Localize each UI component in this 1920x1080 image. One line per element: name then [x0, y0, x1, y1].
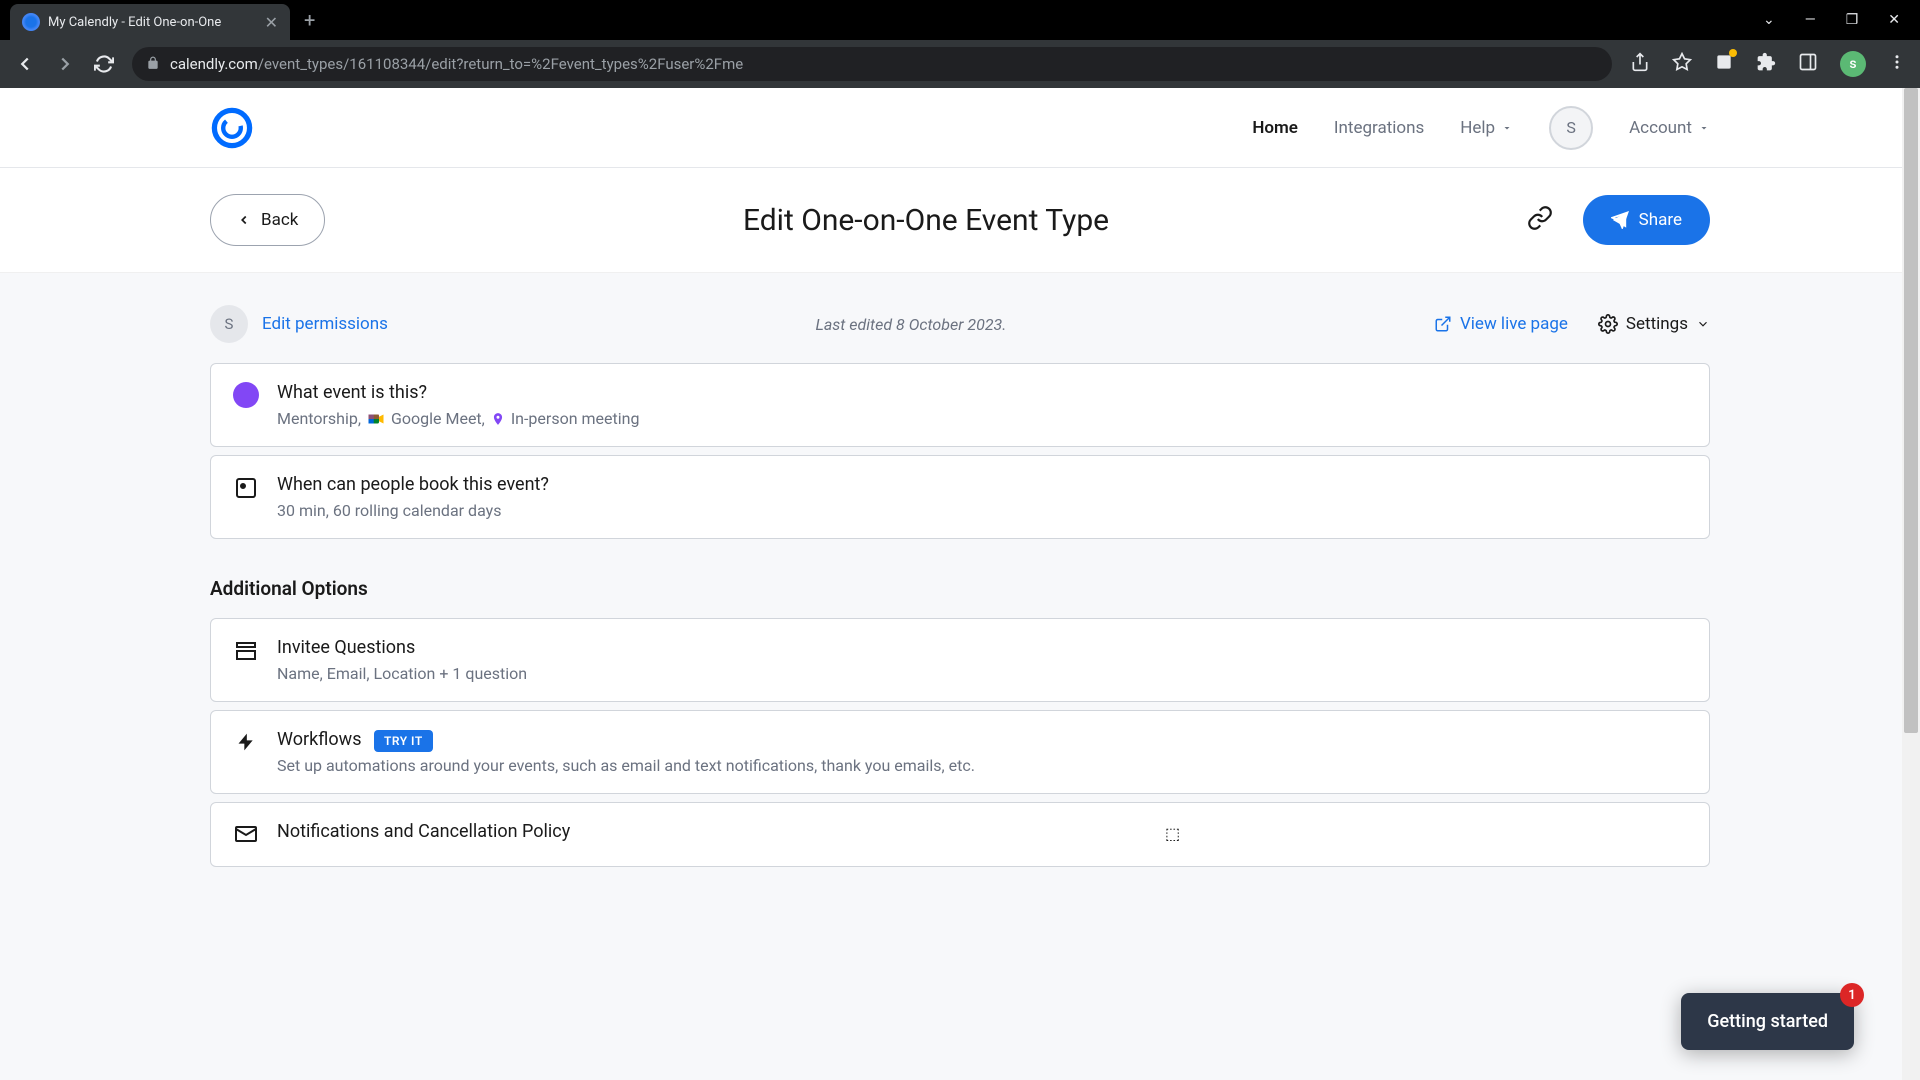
star-icon[interactable]: [1672, 52, 1692, 76]
extension-1-icon[interactable]: [1714, 52, 1734, 76]
scrollbar[interactable]: [1902, 88, 1920, 1080]
nav-account[interactable]: Account: [1629, 118, 1710, 138]
nav-home[interactable]: Home: [1252, 118, 1298, 138]
card-when-book[interactable]: When can people book this event? 30 min,…: [210, 455, 1710, 539]
window-controls: ⌄ — ❐ ✕: [1763, 12, 1920, 28]
chevron-down-icon: [1696, 317, 1710, 331]
calendly-logo[interactable]: [210, 106, 254, 150]
chevron-down-icon: [1501, 122, 1513, 134]
external-link-icon: [1434, 315, 1452, 333]
chevron-left-icon: [237, 213, 251, 227]
page-header: Back Edit One-on-One Event Type Share: [0, 168, 1920, 273]
copy-link-icon[interactable]: [1527, 205, 1553, 235]
event-color-icon: [233, 382, 259, 408]
form-icon: [233, 637, 259, 663]
location-pin-icon: [491, 410, 505, 428]
minimize-icon[interactable]: —: [1805, 12, 1816, 28]
envelope-icon: [233, 821, 259, 847]
card-title: Notifications and Cancellation Policy: [277, 821, 1687, 842]
header-actions: Share: [1527, 195, 1710, 245]
extensions-icon[interactable]: [1756, 52, 1776, 76]
close-tab-icon[interactable]: ✕: [265, 13, 278, 32]
card-workflows[interactable]: Workflows TRY IT Set up automations arou…: [210, 710, 1710, 794]
tab-search-icon[interactable]: ⌄: [1763, 12, 1775, 28]
toolbar-icons: s: [1630, 51, 1906, 77]
user-avatar[interactable]: S: [1549, 106, 1593, 150]
additional-options-heading: Additional Options: [210, 577, 1710, 600]
browser-tab[interactable]: My Calendly - Edit One-on-One ✕: [10, 4, 290, 40]
reload-icon[interactable]: [94, 54, 114, 74]
view-live-link[interactable]: View live page: [1434, 314, 1568, 334]
card-subtitle: Set up automations around your events, s…: [277, 756, 1687, 775]
card-subtitle: Mentorship, Google Meet, In-person meeti…: [277, 409, 1687, 428]
card-notifications[interactable]: Notifications and Cancellation Policy: [210, 802, 1710, 867]
share-page-icon[interactable]: [1630, 52, 1650, 76]
view-live-label: View live page: [1460, 314, 1568, 334]
calendly-favicon: [22, 13, 40, 31]
back-button[interactable]: Back: [210, 194, 325, 246]
try-it-badge: TRY IT: [374, 730, 433, 752]
new-tab-button[interactable]: +: [304, 8, 315, 32]
share-arrow-icon: [1611, 211, 1629, 229]
edit-permissions-link[interactable]: Edit permissions: [262, 314, 388, 334]
card-what-event[interactable]: What event is this? Mentorship, Google M…: [210, 363, 1710, 447]
notification-badge: 1: [1840, 983, 1864, 1007]
card-title: Invitee Questions: [277, 637, 1687, 658]
settings-label: Settings: [1626, 314, 1688, 334]
google-meet-icon: [367, 410, 385, 428]
url-input[interactable]: calendly.com/event_types/161108344/edit?…: [132, 47, 1612, 81]
chevron-down-icon: [1698, 122, 1710, 134]
tab-title: My Calendly - Edit One-on-One: [48, 15, 257, 30]
back-nav-icon[interactable]: [14, 53, 36, 75]
getting-started-widget[interactable]: Getting started 1: [1681, 993, 1854, 1050]
card-title: Workflows TRY IT: [277, 729, 1687, 750]
card-subtitle: Name, Email, Location + 1 question: [277, 664, 1687, 683]
permission-avatar: S: [210, 305, 248, 343]
menu-icon[interactable]: [1888, 53, 1906, 75]
card-title: When can people book this event?: [277, 474, 1687, 495]
nav-integrations[interactable]: Integrations: [1334, 118, 1424, 138]
page-title: Edit One-on-One Event Type: [325, 203, 1526, 238]
content-area: S Edit permissions Last edited 8 October…: [0, 273, 1920, 867]
card-title: What event is this?: [277, 382, 1687, 403]
back-label: Back: [261, 210, 298, 230]
gear-icon: [1598, 314, 1618, 334]
lightning-icon: [233, 729, 259, 755]
url-text: calendly.com/event_types/161108344/edit?…: [170, 55, 743, 73]
last-edited-text: Last edited 8 October 2023.: [388, 315, 1434, 334]
meta-row: S Edit permissions Last edited 8 October…: [210, 305, 1710, 343]
top-navigation: Home Integrations Help S Account: [0, 88, 1920, 168]
profile-avatar[interactable]: s: [1840, 51, 1866, 77]
nav-help[interactable]: Help: [1460, 118, 1513, 138]
card-subtitle: 30 min, 60 rolling calendar days: [277, 501, 1687, 520]
tab-bar: My Calendly - Edit One-on-One ✕ + ⌄ — ❐ …: [0, 0, 1920, 40]
sidepanel-icon[interactable]: [1798, 52, 1818, 76]
scrollbar-thumb[interactable]: [1904, 88, 1918, 733]
calendar-icon: [233, 474, 259, 500]
nav-links: Home Integrations Help S Account: [1252, 106, 1710, 150]
getting-started-label: Getting started: [1707, 1011, 1828, 1032]
page: Home Integrations Help S Account Back Ed…: [0, 88, 1920, 867]
share-button[interactable]: Share: [1583, 195, 1710, 245]
share-label: Share: [1639, 210, 1682, 230]
browser-chrome: My Calendly - Edit One-on-One ✕ + ⌄ — ❐ …: [0, 0, 1920, 88]
address-bar: calendly.com/event_types/161108344/edit?…: [0, 40, 1920, 88]
settings-dropdown[interactable]: Settings: [1598, 314, 1710, 334]
card-invitee-questions[interactable]: Invitee Questions Name, Email, Location …: [210, 618, 1710, 702]
close-window-icon[interactable]: ✕: [1888, 12, 1900, 28]
forward-nav-icon[interactable]: [54, 53, 76, 75]
maximize-icon[interactable]: ❐: [1846, 12, 1859, 28]
lock-icon: [146, 55, 160, 74]
